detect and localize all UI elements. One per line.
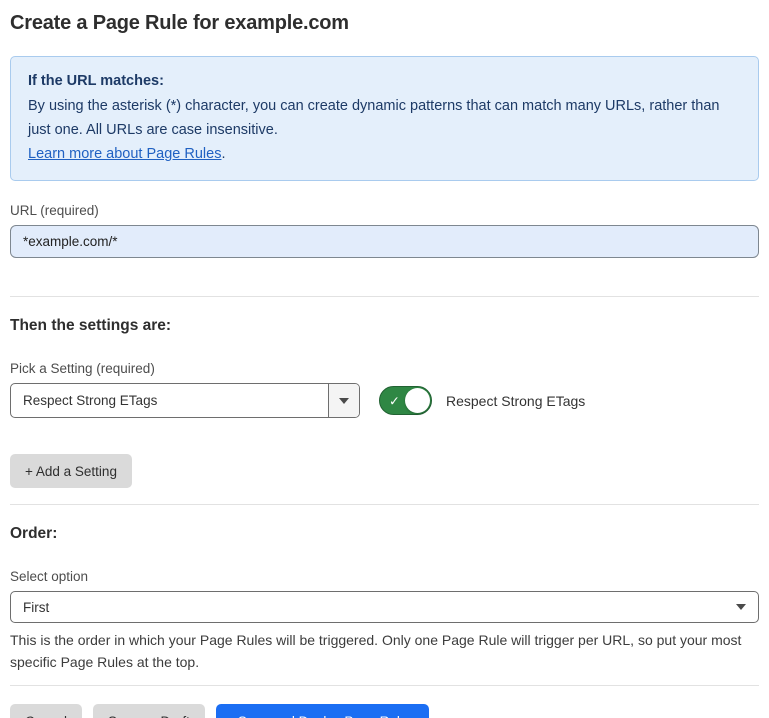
settings-section-heading: Then the settings are:: [10, 317, 759, 335]
toggle-label: Respect Strong ETags: [446, 393, 585, 409]
form-actions: Cancel Save as Draft Save and Deploy Pag…: [10, 704, 759, 718]
checkmark-icon: ✓: [389, 394, 400, 407]
setting-select-value: Respect Strong ETags: [11, 384, 328, 417]
pick-setting-label: Pick a Setting (required): [10, 361, 759, 376]
add-setting-button[interactable]: + Add a Setting: [10, 454, 132, 488]
url-field-label: URL (required): [10, 203, 759, 218]
divider: [10, 296, 759, 297]
save-and-deploy-button[interactable]: Save and Deploy Page Rule: [216, 704, 430, 718]
order-section-heading: Order:: [10, 525, 759, 543]
etags-toggle[interactable]: ✓: [379, 386, 432, 415]
chevron-down-icon: [339, 398, 349, 404]
info-box-body: By using the asterisk (*) character, you…: [28, 94, 741, 142]
setting-select-arrow-button[interactable]: [328, 384, 359, 417]
info-box-link-row: Learn more about Page Rules.: [28, 142, 741, 166]
order-select-value: First: [23, 600, 736, 615]
link-period: .: [221, 146, 225, 162]
order-select[interactable]: First: [10, 591, 759, 623]
info-box-heading: If the URL matches:: [28, 69, 741, 93]
info-box-body-text: By using the asterisk (*) character, you…: [28, 98, 720, 138]
order-select-label: Select option: [10, 569, 759, 584]
learn-more-link[interactable]: Learn more about Page Rules: [28, 146, 221, 162]
create-page-rule-form: Create a Page Rule for example.com If th…: [0, 0, 769, 718]
toggle-knob: [405, 388, 430, 413]
page-title: Create a Page Rule for example.com: [10, 12, 759, 35]
setting-select[interactable]: Respect Strong ETags: [10, 383, 360, 418]
cancel-button[interactable]: Cancel: [10, 704, 82, 718]
order-help-text: This is the order in which your Page Rul…: [10, 630, 759, 673]
url-input[interactable]: [10, 225, 759, 258]
divider: [10, 504, 759, 505]
setting-row: Respect Strong ETags ✓ Respect Strong ET…: [10, 383, 759, 418]
save-as-draft-button[interactable]: Save as Draft: [93, 704, 205, 718]
chevron-down-icon: [736, 604, 746, 610]
url-match-info-box: If the URL matches: By using the asteris…: [10, 56, 759, 181]
divider: [10, 685, 759, 686]
